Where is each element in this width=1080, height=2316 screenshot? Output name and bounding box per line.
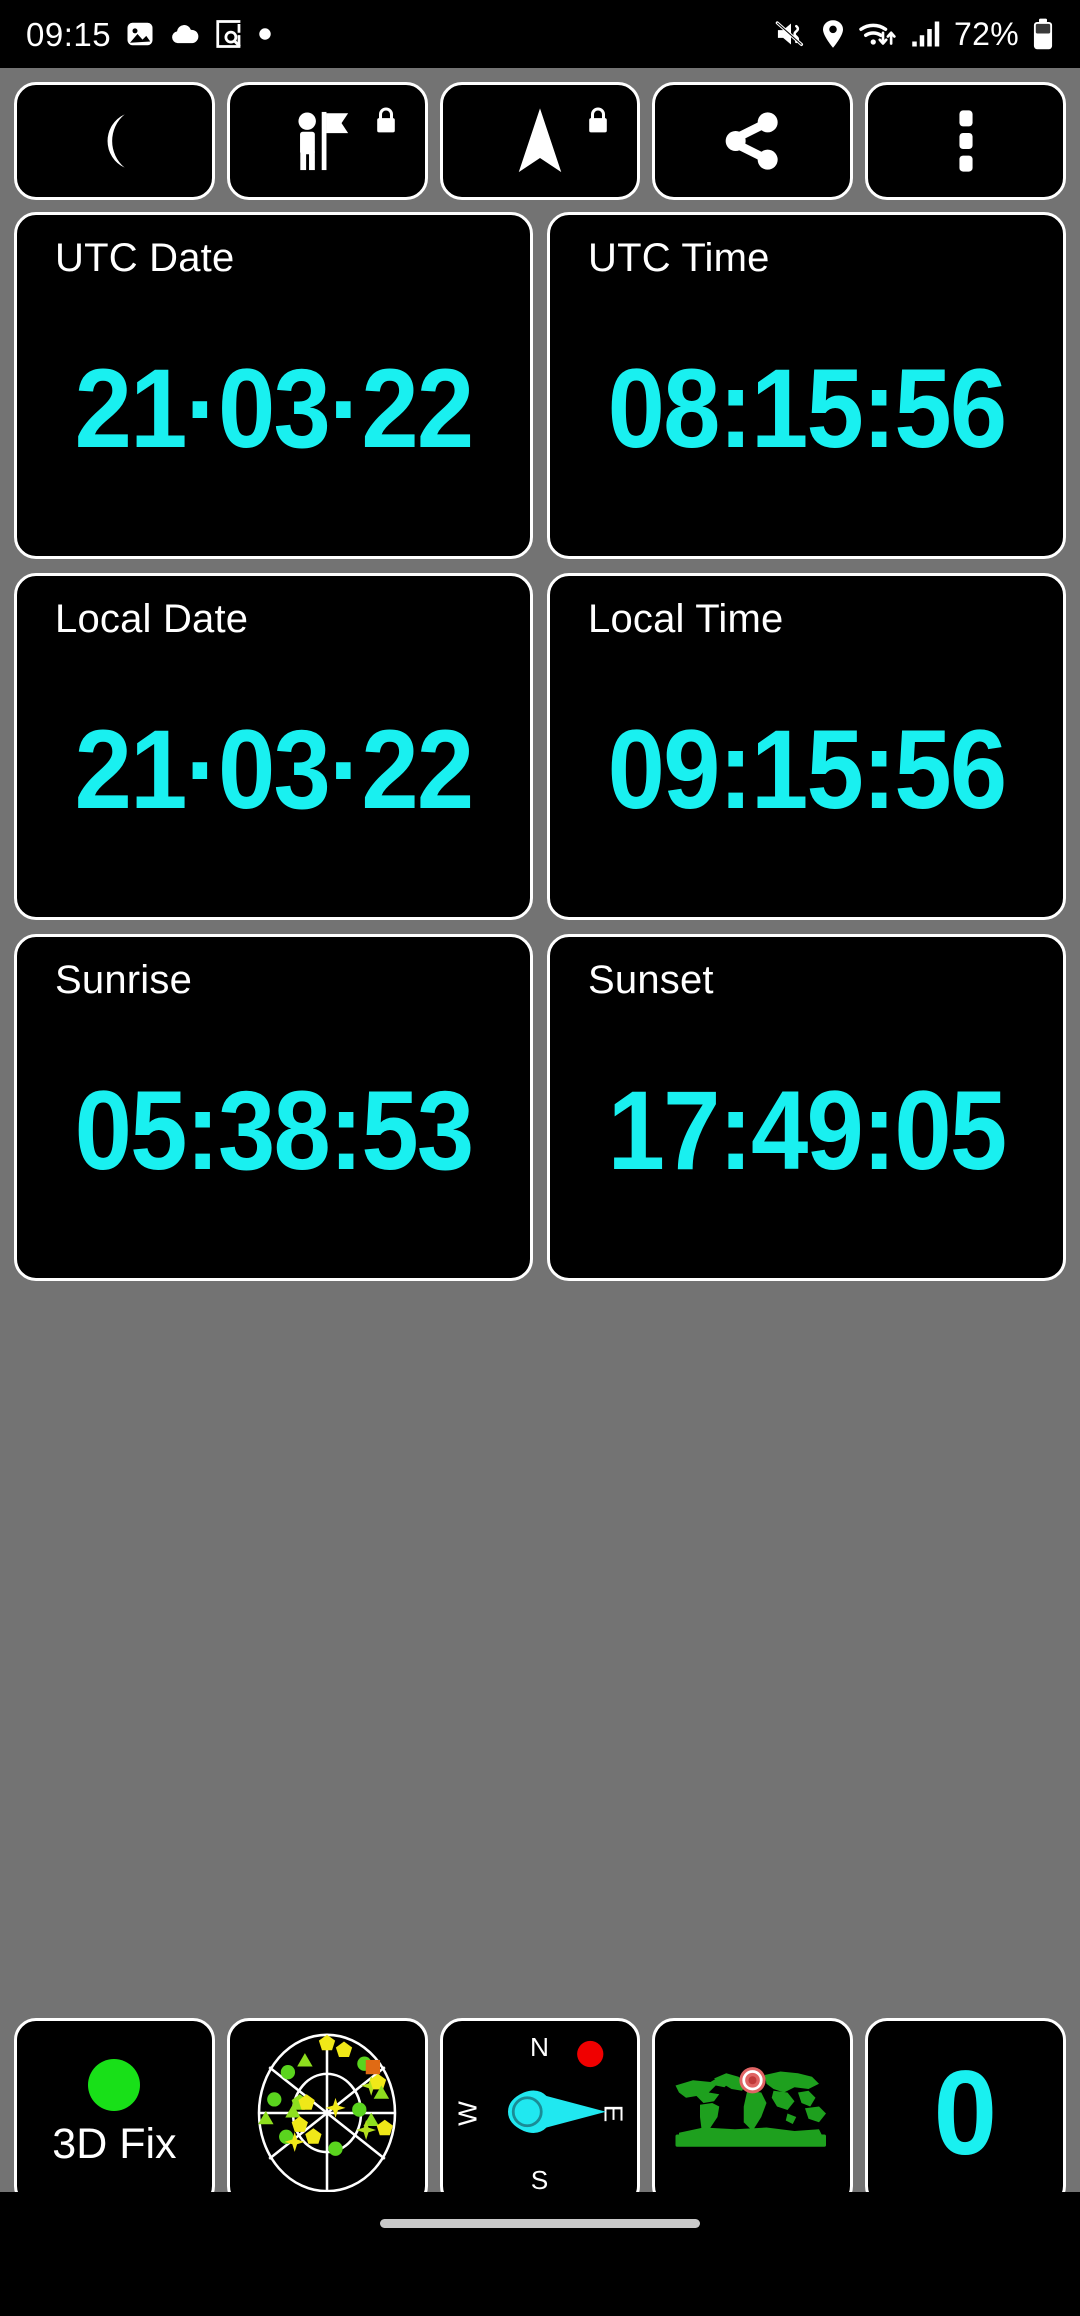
share-button[interactable] (652, 82, 853, 200)
lock-icon (587, 105, 609, 135)
satellite-sky-plot-panel[interactable] (227, 2018, 428, 2208)
world-map-position-marker (740, 2067, 766, 2093)
photo-icon (125, 19, 155, 49)
card-value: 21·03·22 (38, 353, 510, 465)
status-bar-left: 09:15 (26, 18, 273, 51)
fix-status-label: 3D Fix (52, 2121, 176, 2167)
status-bar-clock: 09:15 (26, 18, 111, 51)
home-gesture-pill[interactable] (380, 2219, 700, 2228)
satellite-count-panel[interactable]: 0 (865, 2018, 1066, 2208)
system-status-bar: 09:15 (0, 0, 1080, 68)
top-toolbar (0, 68, 1080, 200)
card-label: Local Time (588, 596, 1039, 642)
utc-date-card[interactable]: UTC Date 21·03·22 (14, 212, 533, 559)
satellite-marker (305, 2128, 321, 2144)
card-value: 08:15:56 (571, 353, 1043, 465)
compass-alert-marker (578, 2040, 604, 2066)
card-label: Local Date (55, 596, 506, 642)
satellite-sky-plot (242, 2028, 412, 2198)
compass-needle (508, 2090, 606, 2132)
satellite-marker (329, 2142, 343, 2156)
satellite-marker (267, 2092, 281, 2106)
card-label: Sunrise (55, 957, 506, 1003)
card-value: 05:38:53 (38, 1075, 510, 1187)
data-card-grid: UTC Date 21·03·22 UTC Time 08:15:56 Loca… (0, 200, 1080, 1281)
location-pin-icon (821, 19, 845, 49)
navigation-button[interactable] (440, 82, 641, 200)
card-value: 21·03·22 (38, 714, 510, 826)
night-mode-button[interactable] (14, 82, 215, 200)
moon-icon (82, 109, 146, 173)
share-icon (721, 109, 785, 173)
more-vertical-icon (955, 106, 977, 176)
world-map (665, 2026, 840, 2201)
compass-south-label: S (531, 2164, 549, 2194)
status-bar-right: 72% (774, 18, 1054, 50)
compass-rose: N S W E (452, 2026, 627, 2201)
mute-vibrate-icon (774, 19, 808, 49)
card-row-sun: Sunrise 05:38:53 Sunset 17:49:05 (14, 934, 1066, 1281)
local-time-card[interactable]: Local Time 09:15:56 (547, 573, 1066, 920)
fix-status-panel[interactable]: 3D Fix (14, 2018, 215, 2208)
cloud-icon (169, 19, 201, 49)
compass-panel[interactable]: N S W E (440, 2018, 641, 2208)
bottom-status-bar: 3D Fix N S W E (0, 2018, 1080, 2208)
compass-east-label: E (599, 2104, 628, 2122)
card-value: 09:15:56 (571, 714, 1043, 826)
document-scan-icon (215, 19, 243, 49)
wifi-transfer-icon (858, 19, 898, 49)
satellite-marker (281, 2065, 295, 2079)
satellite-marker (366, 2060, 380, 2074)
fix-status-indicator (88, 2059, 140, 2111)
person-flag-icon (290, 109, 364, 173)
dot-icon (257, 26, 273, 42)
battery-percent-label: 72% (954, 18, 1019, 50)
cellular-signal-icon (911, 20, 941, 48)
satellite-marker (352, 2102, 366, 2116)
card-row-local: Local Date 21·03·22 Local Time 09:15:56 (14, 573, 1066, 920)
system-navigation-bar (0, 2192, 1080, 2254)
card-row-utc: UTC Date 21·03·22 UTC Time 08:15:56 (14, 212, 1066, 559)
satellite-marker (336, 2042, 352, 2058)
overflow-menu-button[interactable] (865, 82, 1066, 200)
local-date-card[interactable]: Local Date 21·03·22 (14, 573, 533, 920)
satellite-marker (319, 2035, 335, 2051)
card-label: UTC Time (588, 235, 1039, 281)
navigation-arrow-icon (515, 107, 565, 175)
compass-west-label: W (453, 2100, 483, 2125)
battery-icon (1032, 18, 1054, 50)
card-label: Sunset (588, 957, 1039, 1003)
sunrise-card[interactable]: Sunrise 05:38:53 (14, 934, 533, 1281)
world-map-panel[interactable] (652, 2018, 853, 2208)
card-label: UTC Date (55, 235, 506, 281)
location-mock-button[interactable] (227, 82, 428, 200)
utc-time-card[interactable]: UTC Time 08:15:56 (547, 212, 1066, 559)
satellite-count-value: 0 (934, 2053, 997, 2173)
sunset-card[interactable]: Sunset 17:49:05 (547, 934, 1066, 1281)
card-value: 17:49:05 (571, 1075, 1043, 1187)
compass-north-label: N (531, 2031, 550, 2061)
lock-icon (375, 105, 397, 135)
satellite-marker (377, 2120, 393, 2136)
gps-test-app: UTC Date 21·03·22 UTC Time 08:15:56 Loca… (0, 68, 1080, 2254)
satellite-marker (297, 2053, 312, 2066)
